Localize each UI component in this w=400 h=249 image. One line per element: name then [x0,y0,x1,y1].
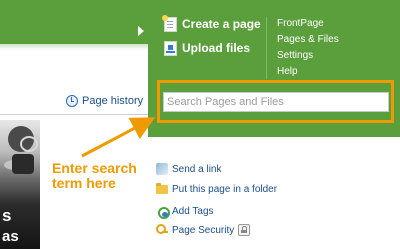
put-in-folder-label: Put this page in a folder [172,183,278,195]
folder-icon [156,183,168,195]
link-icon [156,163,168,175]
lock-icon [238,224,251,236]
page-security-action[interactable]: Page Security [156,224,251,236]
put-in-folder-action[interactable]: Put this page in a folder [156,183,277,195]
send-link-action[interactable]: Send a link [156,163,221,175]
page-security-label: Page Security [172,224,235,236]
send-link-label: Send a link [172,163,222,175]
tag-icon [156,205,170,219]
annotation-text: term here [52,175,116,191]
add-tags-label: Add Tags [172,205,214,217]
annotation-text: Enter search [52,160,137,176]
add-tags-action[interactable]: Add Tags [156,205,214,219]
key-icon [156,224,168,236]
